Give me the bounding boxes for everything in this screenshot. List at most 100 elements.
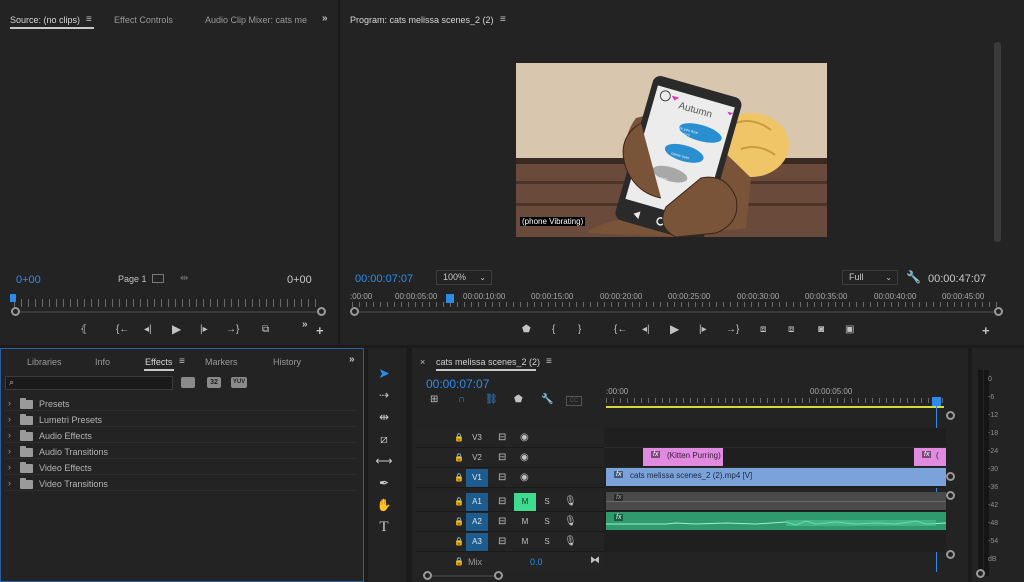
- eye-icon[interactable]: ◉: [520, 473, 529, 483]
- lock-icon[interactable]: 🔒: [454, 557, 464, 567]
- list-item[interactable]: › Video Transitions: [5, 476, 357, 491]
- timeline-playhead-head[interactable]: [932, 397, 941, 406]
- program-add-button-icon[interactable]: +: [982, 324, 990, 337]
- chevron-right-icon[interactable]: ›: [8, 462, 11, 472]
- settings-sliders-icon[interactable]: ⇹: [180, 274, 188, 284]
- selection-tool-icon[interactable]: ➤: [374, 364, 394, 382]
- list-item[interactable]: › Audio Transitions: [5, 444, 357, 459]
- play-icon[interactable]: ▶: [172, 323, 181, 335]
- lock-icon[interactable]: 🔒: [454, 473, 464, 483]
- eye-icon[interactable]: ◉: [520, 433, 529, 443]
- effects-search-field[interactable]: ⌕: [5, 376, 173, 390]
- timeline-title[interactable]: cats melissa scenes_2 (2): [436, 357, 540, 367]
- camera-icon[interactable]: ◙: [818, 325, 824, 335]
- pen-tool-icon[interactable]: ✒: [374, 474, 394, 492]
- insert-icon[interactable]: ⧉: [262, 325, 269, 335]
- microphone-icon[interactable]: 🎙: [564, 497, 577, 507]
- go-to-out-icon[interactable]: →}: [226, 325, 239, 335]
- wrench-icon[interactable]: 🔧: [906, 271, 921, 283]
- track-name[interactable]: V3: [466, 429, 488, 447]
- chevron-right-icon[interactable]: ›: [8, 430, 11, 440]
- lock-icon[interactable]: 🔒: [454, 453, 464, 463]
- work-area-bar[interactable]: [606, 406, 944, 408]
- chevron-right-icon[interactable]: ›: [8, 398, 11, 408]
- tab-info[interactable]: Info: [95, 357, 110, 367]
- lock-icon[interactable]: 🔒: [454, 433, 464, 443]
- mute-button[interactable]: M: [514, 493, 536, 511]
- eye-icon[interactable]: ◉: [520, 453, 529, 463]
- audio-clip-a2[interactable]: fx: [606, 512, 946, 530]
- timeline-timecode[interactable]: 00:00:07:07: [426, 377, 489, 391]
- source-more-icon[interactable]: »: [302, 320, 308, 330]
- lock-icon[interactable]: 🔒: [454, 517, 464, 527]
- quality-select[interactable]: Full ⌄: [842, 270, 898, 285]
- step-back-icon[interactable]: ◂|: [144, 325, 152, 335]
- ripple-edit-tool-icon[interactable]: ⇹: [374, 408, 394, 426]
- lift-icon[interactable]: ⧈: [760, 325, 766, 335]
- source-playhead[interactable]: [10, 294, 16, 302]
- source-patch-a2[interactable]: A2: [466, 513, 488, 531]
- lock-icon[interactable]: 🔒: [454, 537, 464, 547]
- nest-toggle-icon[interactable]: ⊞: [430, 395, 438, 405]
- sync-lock-icon[interactable]: ⊟: [498, 473, 506, 483]
- step-forward-icon[interactable]: |▸: [699, 325, 707, 335]
- source-patch-v1[interactable]: V1: [466, 469, 488, 487]
- 32bit-effects-badge[interactable]: 32: [207, 377, 221, 388]
- go-to-in-icon[interactable]: {←: [614, 325, 627, 335]
- source-ruler[interactable]: [14, 299, 322, 307]
- tab-effect-controls[interactable]: Effect Controls: [114, 15, 173, 25]
- snap-icon[interactable]: ∩: [458, 395, 465, 405]
- chevron-right-icon[interactable]: ›: [8, 478, 11, 488]
- sync-lock-icon[interactable]: ⊟: [498, 537, 506, 547]
- mix-end-icon[interactable]: ⧓: [590, 556, 600, 566]
- add-marker-icon[interactable]: ⬟: [522, 325, 531, 335]
- effects-menu-icon[interactable]: ≡: [179, 357, 185, 367]
- timeline-settings-icon[interactable]: 🔧: [541, 395, 553, 405]
- microphone-icon[interactable]: 🎙: [564, 537, 577, 547]
- program-playhead[interactable]: [446, 294, 454, 303]
- tab-history[interactable]: History: [273, 357, 301, 367]
- solo-button[interactable]: S: [536, 513, 558, 531]
- extract-icon[interactable]: ⧈: [788, 325, 794, 335]
- timeline-vscroll-handle[interactable]: [946, 411, 955, 420]
- program-menu-icon[interactable]: ≡: [500, 15, 506, 25]
- timeline-vscroll-handle[interactable]: [946, 491, 955, 500]
- go-to-out-icon[interactable]: →}: [726, 325, 739, 335]
- timeline-hscroll-handle[interactable]: [494, 571, 503, 580]
- sync-lock-icon[interactable]: ⊟: [498, 517, 506, 527]
- tab-markers[interactable]: Markers: [205, 357, 238, 367]
- list-item[interactable]: › Audio Effects: [5, 428, 357, 443]
- chevron-right-icon[interactable]: ›: [8, 446, 11, 456]
- captions-icon[interactable]: CC: [566, 396, 582, 406]
- track-name[interactable]: V2: [466, 449, 488, 467]
- program-scrollbar[interactable]: [994, 42, 1001, 242]
- track-lane-a3[interactable]: [604, 532, 946, 552]
- go-to-in-icon[interactable]: {←: [116, 325, 129, 335]
- sync-lock-icon[interactable]: ⊟: [498, 497, 506, 507]
- video-clip-v1[interactable]: fx cats melissa scenes_2 (2).mp4 [V]: [606, 468, 946, 486]
- tab-overflow-icon[interactable]: »: [322, 14, 328, 24]
- timeline-vscroll-handle[interactable]: [946, 472, 955, 481]
- mute-button[interactable]: M: [514, 533, 536, 551]
- search-input[interactable]: [20, 378, 170, 388]
- tab-libraries[interactable]: Libraries: [27, 357, 62, 367]
- tab-source[interactable]: Source: (no clips): [10, 15, 80, 25]
- step-back-icon[interactable]: ◂|: [642, 325, 650, 335]
- step-forward-icon[interactable]: |▸: [200, 325, 208, 335]
- track-select-tool-icon[interactable]: ⇢: [374, 386, 394, 404]
- source-patch-a3[interactable]: A3: [466, 533, 488, 551]
- list-item[interactable]: › Lumetri Presets: [5, 412, 357, 427]
- accelerated-effects-icon[interactable]: [181, 377, 195, 388]
- solo-button[interactable]: S: [536, 533, 558, 551]
- linked-selection-icon[interactable]: ⛓: [485, 395, 498, 405]
- timeline-ruler[interactable]: [606, 398, 948, 403]
- source-add-button-icon[interactable]: +: [316, 324, 324, 337]
- source-zoom-handle-right[interactable]: [317, 307, 326, 316]
- chevron-right-icon[interactable]: ›: [8, 414, 11, 424]
- program-zoom-handle-right[interactable]: [994, 307, 1003, 316]
- program-timecode[interactable]: 00:00:07:07: [355, 273, 413, 285]
- zoom-select[interactable]: 100% ⌄: [436, 270, 492, 285]
- slip-tool-icon[interactable]: ⟷: [374, 452, 394, 470]
- hand-tool-icon[interactable]: ✋: [374, 496, 394, 514]
- mix-value[interactable]: 0.0: [530, 557, 543, 567]
